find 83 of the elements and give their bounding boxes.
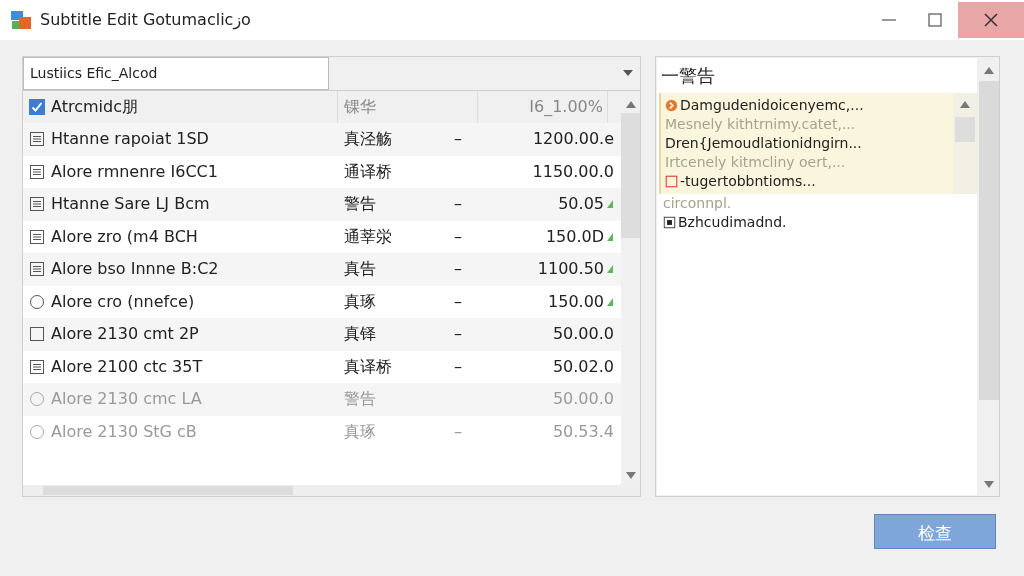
- table-cell-text: 50.53.4: [552, 420, 614, 443]
- row-name: Alore rmnenre I6CC1: [51, 160, 218, 183]
- table-cell-text: 警告: [343, 388, 377, 411]
- close-button[interactable]: [958, 2, 1024, 38]
- window-title: Subtitle Edit Gotumaclicزo: [40, 9, 251, 32]
- square-icon: [29, 326, 45, 343]
- table-cell-text: 150.0D: [545, 225, 604, 248]
- scrollbar-thumb[interactable]: [621, 113, 640, 238]
- row-name: Alore 2130 StG cB: [51, 420, 197, 443]
- table-cell-text: 1150.00.0: [532, 160, 614, 183]
- column-header[interactable]: Atrcmidc朋: [51, 95, 138, 119]
- table-cell-text: 50.05: [558, 193, 604, 216]
- checkbox[interactable]: [29, 99, 45, 115]
- row-name: Htanne Sare LJ Bcm: [51, 193, 210, 216]
- panel-title: 一警告: [660, 64, 716, 88]
- circle-icon: [29, 391, 45, 408]
- table-cell: –: [454, 129, 462, 149]
- warning-icon: [665, 99, 678, 112]
- column-header[interactable]: 锞华: [344, 95, 376, 119]
- message-text: circonnpl.: [663, 194, 732, 213]
- filter-field[interactable]: Lustiics Efic_Alcod: [23, 57, 329, 90]
- message-text: Damgudenidoicenyemc,...: [680, 96, 864, 115]
- row-name: Alore cro (nnefce): [51, 290, 195, 313]
- document-icon: [29, 261, 45, 278]
- table-cell-text: 真译桥: [343, 355, 393, 378]
- document-icon: [29, 131, 45, 148]
- message-text: -tugertobbntioms...: [680, 172, 816, 191]
- table-cell: –: [454, 356, 462, 376]
- scroll-up-icon[interactable]: [959, 99, 971, 109]
- table-cell-text: 警告: [343, 193, 377, 216]
- error-icon: [665, 175, 678, 188]
- table-cell-text: 真泾觞: [343, 128, 393, 151]
- row-name: Alore bso Innne B:C2: [51, 258, 219, 281]
- table-cell-text: 真琢: [343, 420, 377, 443]
- message-text: Dren{Jemoudlationidngirn...: [665, 134, 862, 153]
- table-cell-text: 真琢: [343, 290, 377, 313]
- row-name: Htanne rapoiat 1SD: [51, 128, 209, 151]
- message-text: Irtcenely kitmcliny oert,...: [665, 153, 846, 172]
- message-text: Mesnely kithtrnimy.catet,...: [665, 115, 856, 134]
- table-cell: –: [454, 291, 462, 311]
- table-cell-text: 50.02.0: [552, 355, 614, 378]
- table-cell-text: 通译桥: [343, 160, 393, 183]
- minimize-icon: [882, 19, 896, 21]
- table-cell-text: 真铎: [343, 323, 377, 346]
- document-icon: [29, 228, 45, 245]
- row-name: Alore 2130 cmt 2P: [51, 323, 199, 346]
- row-name: Alore 2100 ctc 35T: [51, 355, 203, 378]
- trend-icon: [606, 296, 614, 307]
- row-name: Alore zro (m4 BCH: [51, 225, 198, 248]
- trend-icon: [606, 199, 614, 210]
- table-cell: –: [454, 194, 462, 214]
- close-icon: [983, 12, 999, 28]
- table-cell-text: 150.00: [548, 290, 604, 313]
- check-button[interactable]: 检查: [874, 514, 996, 549]
- trend-icon: [606, 264, 614, 275]
- document-icon: [29, 163, 45, 180]
- circle-icon: [29, 423, 45, 440]
- document-icon: [29, 358, 45, 375]
- table-cell-text: 真告: [343, 258, 377, 281]
- table-cell-text: 1100.50: [537, 258, 604, 281]
- scrollbar-thumb[interactable]: [43, 486, 293, 495]
- message-text: Bzhcudimadnd.: [678, 213, 787, 232]
- scroll-up-icon[interactable]: [982, 65, 995, 75]
- scroll-down-icon[interactable]: [982, 480, 995, 490]
- scroll-up-icon[interactable]: [624, 99, 637, 109]
- scroll-down-icon[interactable]: [624, 471, 637, 481]
- circle-icon: [29, 293, 45, 310]
- table-cell-text: 通莘泶: [343, 225, 393, 248]
- document-icon: [29, 196, 45, 213]
- app-icon: [10, 9, 32, 31]
- table-cell: –: [454, 259, 462, 279]
- row-name: Alore 2130 cmc LA: [51, 388, 202, 411]
- table-cell-text: 50.00.0: [552, 388, 614, 411]
- table-cell-text: 50.00.0: [552, 323, 614, 346]
- maximize-icon: [927, 12, 943, 28]
- box-icon: [663, 216, 676, 229]
- table-cell: –: [454, 421, 462, 441]
- table-cell: –: [454, 324, 462, 344]
- table-cell-text: 1200.00.e: [532, 128, 614, 151]
- column-header[interactable]: I6_1.00%: [529, 95, 603, 119]
- table-cell: –: [454, 226, 462, 246]
- scrollbar-thumb[interactable]: [978, 81, 999, 400]
- trend-icon: [606, 231, 614, 242]
